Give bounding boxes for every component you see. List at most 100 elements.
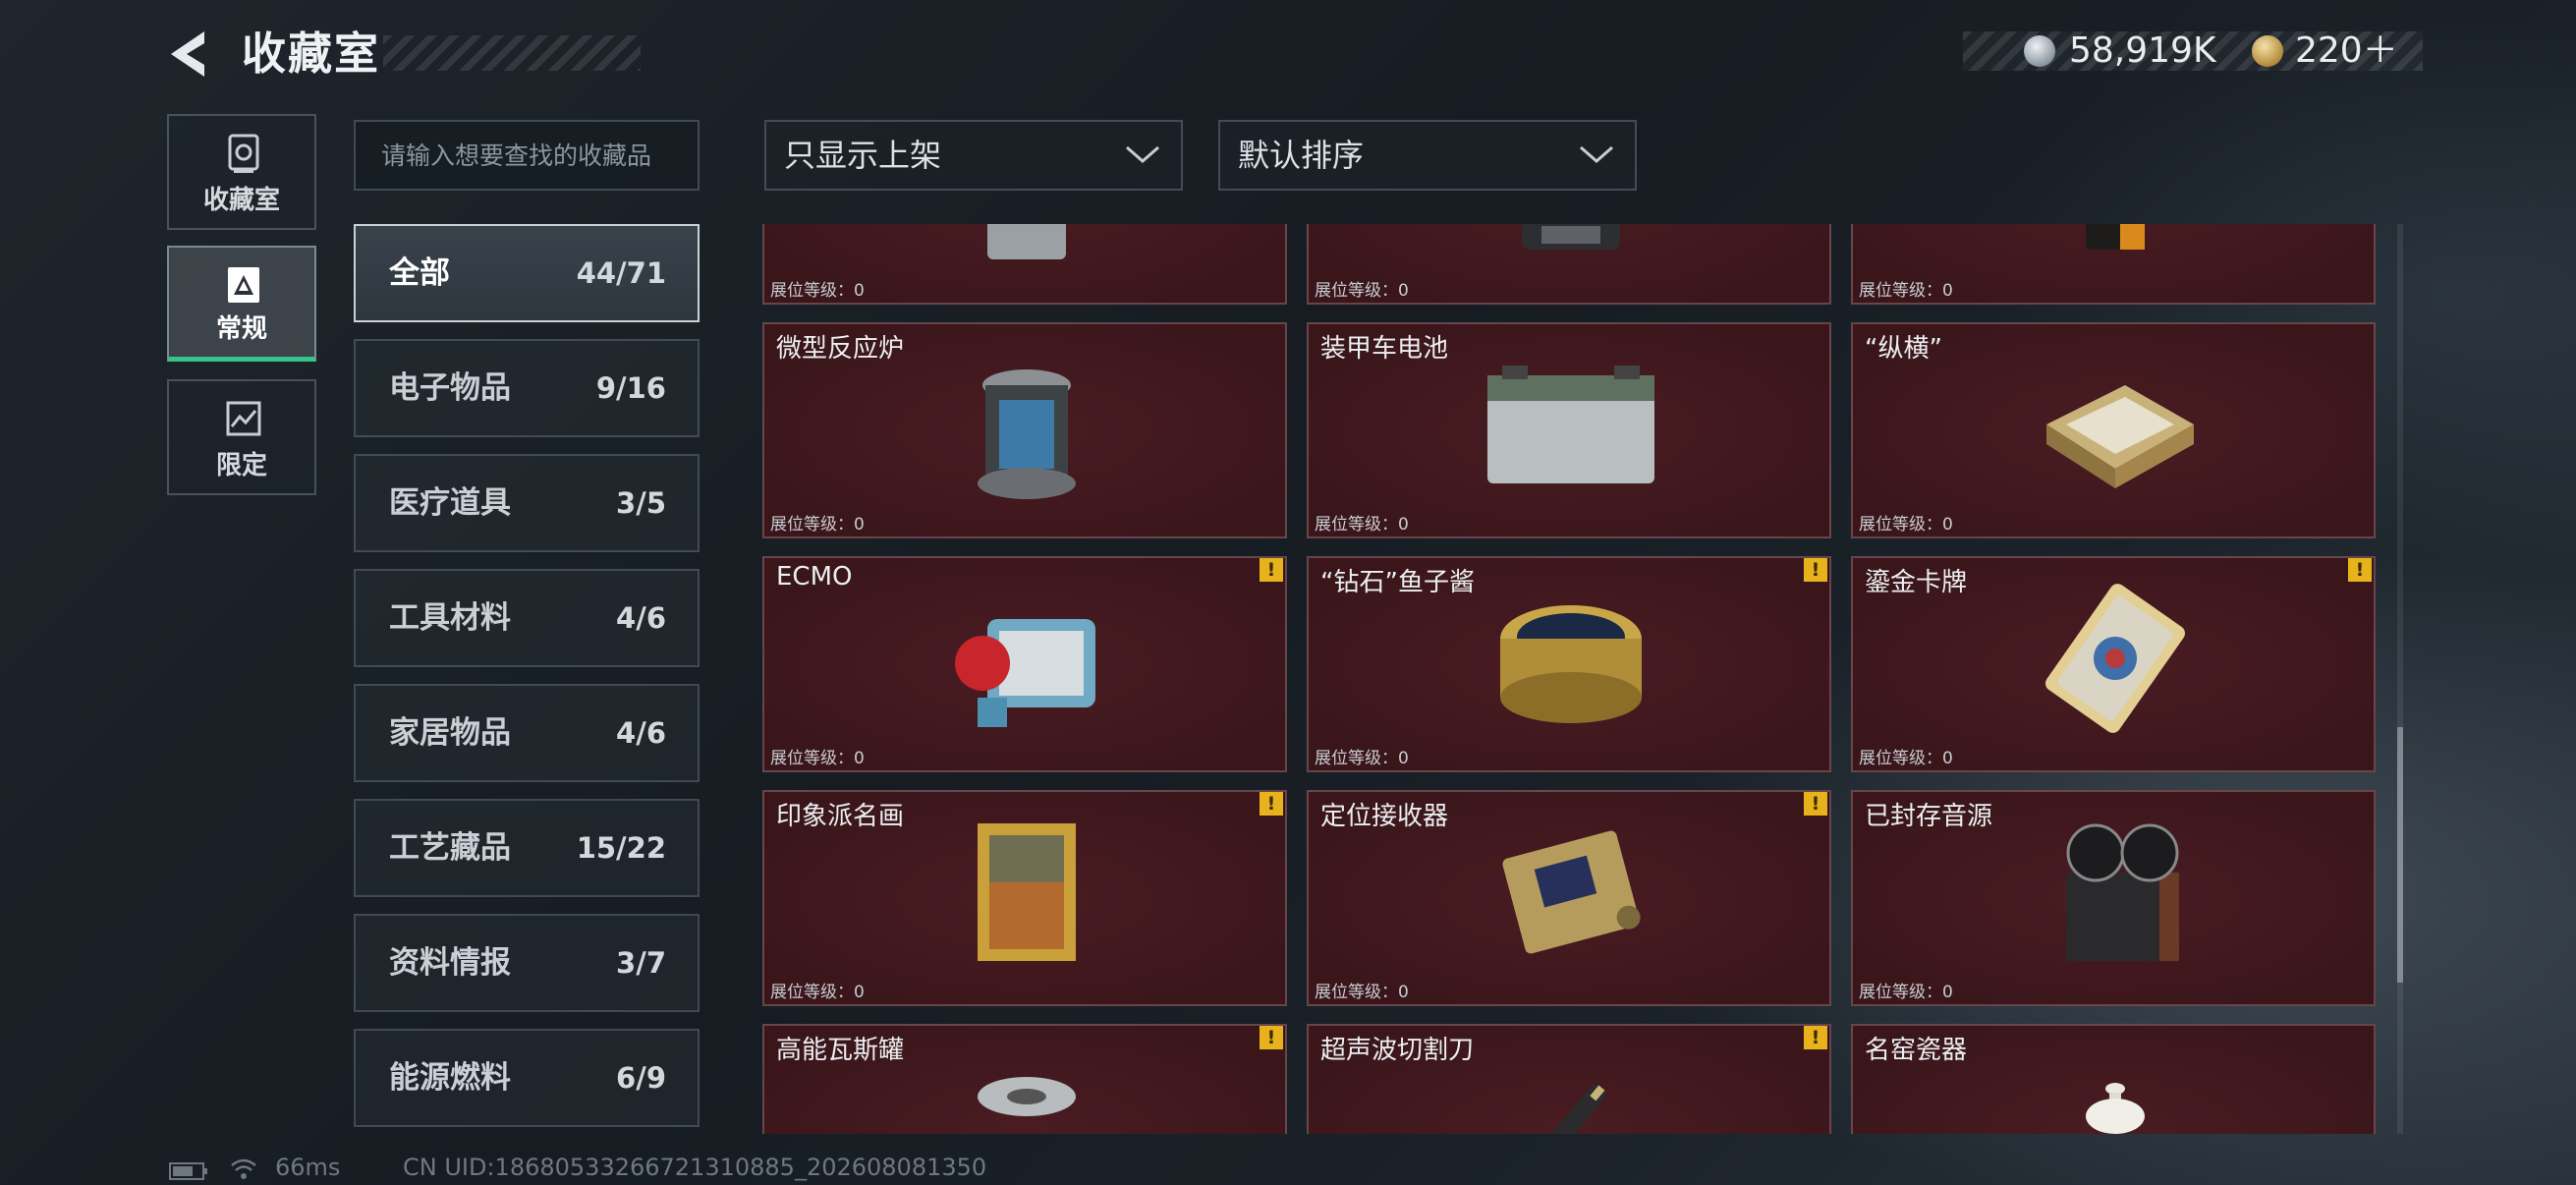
item-name: 印象派名画 [776,802,905,831]
warning-icon: ! [1260,558,1283,582]
category-household[interactable]: 家居物品 4/6 [354,684,700,782]
side-tab-vault[interactable]: 收藏室 [167,114,316,230]
category-medical[interactable]: 医疗道具 3/5 [354,454,700,552]
category-count: 4/6 [616,716,666,750]
category-count: 9/16 [595,371,666,405]
grid-scrollbar[interactable] [2397,224,2403,1134]
category-name: 医疗道具 [389,485,511,521]
warning-icon: ! [1804,1026,1827,1049]
back-button[interactable] [165,28,214,81]
sort-dropdown[interactable]: 默认排序 [1218,120,1637,191]
booth-level: 展位等级：0 [1859,515,1953,535]
side-tab-label: 常规 [215,314,267,344]
side-tab-regular[interactable]: 常规 [167,246,316,362]
category-name: 电子物品 [389,370,511,406]
item-name: 已封存音源 [1865,802,1993,831]
collection-item-card[interactable]: “钻石”鱼子酱展位等级：0! [1307,556,1831,772]
item-name: 微型反应炉 [776,334,905,364]
chess-box-icon [2046,385,2194,488]
limited-icon [226,401,261,436]
item-name: 鎏金卡牌 [1865,568,1968,597]
side-tab-label: 限定 [215,451,267,480]
ultrasonic-cutter-icon [1546,1084,1606,1134]
coffee-machine-icon [1522,224,1620,250]
category-count: 44/71 [576,256,666,290]
booth-level: 展位等级：0 [770,749,865,768]
booth-level: 展位等级：0 [770,515,865,535]
collection-item-card[interactable]: 展位等级：0 [1851,224,2376,305]
micro-reactor-icon [978,369,1076,499]
category-crafts[interactable]: 工艺藏品 15/22 [354,799,700,897]
booth-level: 展位等级：0 [770,281,865,301]
category-all[interactable]: 全部 44/71 [354,224,700,322]
item-name: ECMO [776,562,853,592]
title-decoration [383,35,641,71]
wifi-icon [231,1158,256,1179]
silver-coin-icon [2024,35,2055,67]
category-name: 工具材料 [389,600,511,636]
collection-item-card[interactable]: 名窑瓷器展位等级：0 [1851,1024,2376,1134]
category-electronics[interactable]: 电子物品 9/16 [354,339,700,437]
warning-icon: ! [1260,1026,1283,1049]
category-count: 15/22 [576,831,666,865]
item-name: 定位接收器 [1320,802,1449,831]
category-name: 全部 [389,255,450,291]
collection-item-card[interactable]: 印象派名画展位等级：0! [762,790,1287,1006]
coffee-bag-icon [2086,224,2145,250]
page-title: 收藏室 [242,28,381,80]
chevron-down-icon [1580,145,1613,163]
booth-level: 展位等级：0 [770,983,865,1002]
side-tab-label: 收藏室 [202,186,280,215]
grid-scroll-thumb[interactable] [2397,727,2403,983]
display-filter-value: 只显示上架 [784,137,942,174]
armored-battery-icon [1487,366,1654,483]
search-input[interactable] [354,120,700,191]
collection-item-card[interactable]: ECMO 展位等级：0! [762,556,1287,772]
collection-item-card[interactable]: 已封存音源展位等级：0 [1851,790,2376,1006]
category-name: 能源燃料 [389,1060,511,1096]
porcelain-vase-icon [2086,1083,2145,1134]
category-tools[interactable]: 工具材料 4/6 [354,569,700,667]
booth-level: 展位等级：0 [1859,983,1953,1002]
category-count: 3/7 [616,946,666,980]
collection-item-card[interactable]: 展位等级：0 [762,224,1287,305]
item-name: 高能瓦斯罐 [776,1036,905,1065]
category-count: 3/5 [616,486,666,520]
category-intel[interactable]: 资料情报 3/7 [354,914,700,1012]
display-filter-dropdown[interactable]: 只显示上架 [764,120,1183,191]
collection-item-card[interactable]: 装甲车电池 展位等级：0 [1307,322,1831,538]
collection-item-card[interactable]: 高能瓦斯罐展位等级：0! [762,1024,1287,1134]
category-energy[interactable]: 能源燃料 6/9 [354,1029,700,1127]
collection-item-card[interactable]: 展位等级：0 [1307,224,1831,305]
item-name: “钻石”鱼子酱 [1320,568,1475,597]
booth-level: 展位等级：0 [1315,749,1409,768]
gold-amount[interactable]: 220＋ [2295,28,2398,75]
sort-value: 默认排序 [1238,137,1365,174]
vault-icon [228,134,259,173]
category-count: 6/9 [616,1061,666,1095]
booth-level: 展位等级：0 [1315,281,1409,301]
ecmo-icon [955,619,1095,727]
collection-item-card[interactable]: 定位接收器 展位等级：0! [1307,790,1831,1006]
jerry-can-icon [987,224,1066,259]
side-tab-limited[interactable]: 限定 [167,379,316,495]
category-name: 工艺藏品 [389,830,511,866]
back-arrow-icon [171,31,204,77]
warning-icon: ! [1260,792,1283,816]
locator-receiver-icon [1502,830,1641,954]
ping-readout: 66ms [275,1154,341,1181]
caviar-tin-icon [1500,605,1642,723]
collection-item-card[interactable]: “纵横” 展位等级：0 [1851,322,2376,538]
warning-icon: ! [1804,558,1827,582]
warning-icon: ! [2348,558,2372,582]
item-name: 超声波切割刀 [1320,1036,1475,1065]
collection-item-card[interactable]: 微型反应炉展位等级：0 [762,322,1287,538]
collection-item-card[interactable]: 鎏金卡牌 展位等级：0! [1851,556,2376,772]
item-name: 名窑瓷器 [1865,1036,1968,1065]
gas-canister-icon [978,1077,1076,1116]
category-count: 4/6 [616,601,666,635]
user-uid: CN UID:1868053326672131088​5_20260808135… [403,1154,987,1181]
collection-item-card[interactable]: 超声波切割刀展位等级：0! [1307,1024,1831,1134]
reel-recorder-icon [2066,823,2179,961]
silver-amount: 58,919K [2069,30,2216,71]
